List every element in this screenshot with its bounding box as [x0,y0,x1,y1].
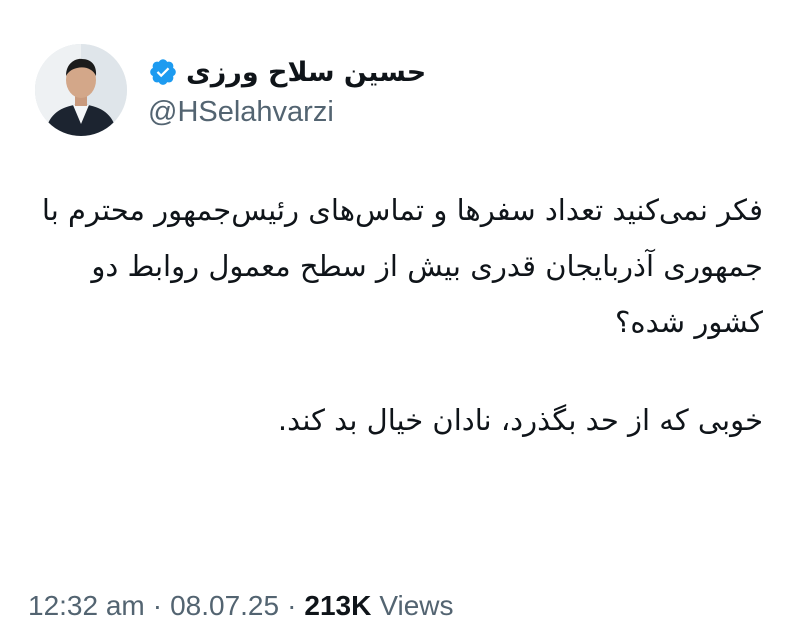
tweet-paragraph-1: فکر نمی‌کنید تعداد سفرها و تماس‌های رئیس… [41,193,763,339]
tweet-paragraph-2: خوبی که از حد بگذرد، نادان خیال بد کند. [277,403,763,437]
tweet-card: حسین سلاح ورزی @HSelahvarzi فکر نمی‌کنید… [0,0,793,630]
name-row: حسین سلاح ورزی [148,50,426,94]
views-count[interactable]: 213K [304,590,371,622]
separator-dot: · [287,590,297,621]
verified-badge-icon[interactable] [148,57,178,87]
avatar[interactable] [35,44,127,136]
tweet-time[interactable]: 12:32 am [28,590,145,622]
user-handle[interactable]: @HSelahvarzi [148,96,334,129]
tweet-meta: 12:32 am · 08.07.25 · 213K Views [28,586,454,626]
separator-dot: · [152,590,163,621]
tweet-text: فکر نمی‌کنید تعداد سفرها و تماس‌های رئیس… [30,182,763,448]
tweet-date[interactable]: 08.07.25 [170,590,279,622]
tweet-header: حسین سلاح ورزی @HSelahvarzi [0,44,793,144]
profile-photo [35,44,127,136]
views-label: Views [379,590,454,621]
display-name[interactable]: حسین سلاح ورزی [186,57,426,88]
